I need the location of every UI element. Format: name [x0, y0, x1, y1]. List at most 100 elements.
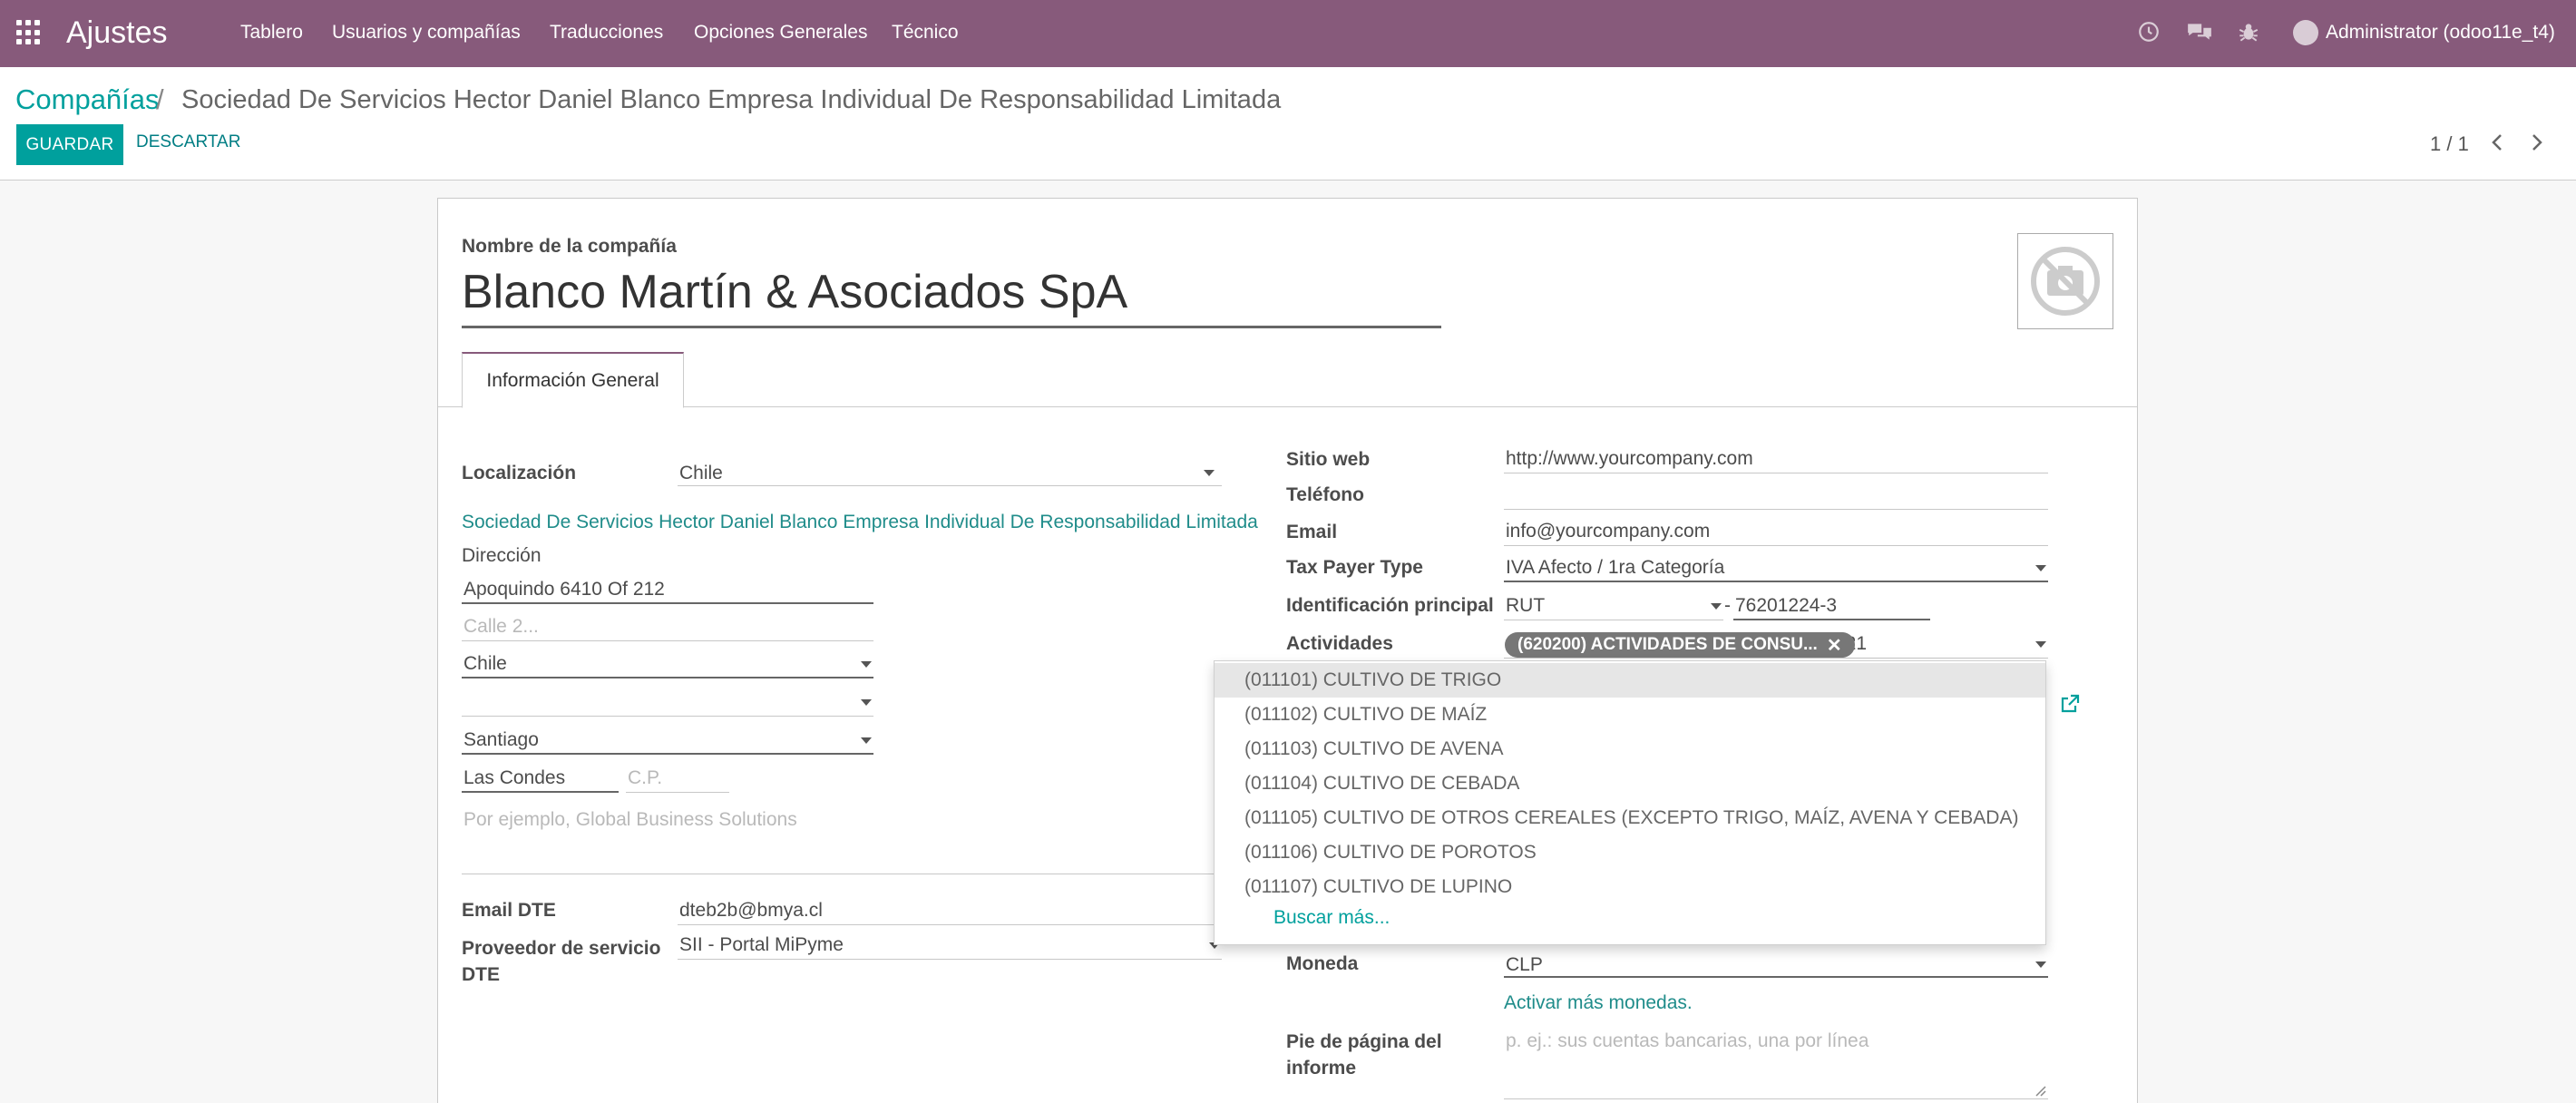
report-footer-label-line1: Pie de página del [1286, 1031, 1442, 1052]
company-name-input[interactable]: Blanco Martín & Asociados SpA [462, 265, 1441, 328]
breadcrumb-separator: / [156, 83, 164, 115]
email-dte-input[interactable]: dteb2b@bmya.cl [678, 896, 1222, 925]
street2-input[interactable]: Calle 2... [462, 612, 873, 641]
dropdown-option[interactable]: (011103) CULTIVO DE AVENA [1215, 732, 2045, 766]
chevron-down-icon [861, 661, 872, 668]
bug-icon[interactable] [2237, 20, 2260, 44]
report-footer-textarea[interactable]: p. ej.: sus cuentas bancarias, una por l… [1504, 1023, 2048, 1099]
country-select[interactable]: Chile [462, 649, 873, 678]
chat-icon[interactable] [2186, 20, 2213, 44]
menu-tablero[interactable]: Tablero [240, 22, 303, 44]
chevron-down-icon [861, 737, 872, 744]
email-dte-value: dteb2b@bmya.cl [679, 900, 823, 921]
company-name-label: Nombre de la compañía [462, 236, 677, 257]
chevron-right-icon[interactable] [2523, 129, 2551, 156]
address-label: Dirección [462, 545, 542, 566]
email-label: Email [1286, 522, 1338, 542]
dropdown-option[interactable]: (011101) CULTIVO DE TRIGO [1215, 663, 2045, 698]
save-button[interactable]: GUARDAR [16, 124, 123, 165]
user-name: Administrator (odoo11e_t4) [2326, 22, 2555, 43]
menu-traducciones[interactable]: Traducciones [550, 22, 663, 44]
external-link-icon[interactable] [2059, 693, 2081, 715]
main-id-number-value: 76201224-3 [1735, 595, 1838, 616]
district-input[interactable]: Las Condes [462, 764, 619, 793]
email-input[interactable]: info@yourcompany.com [1504, 517, 2048, 546]
company-registry-input[interactable]: Por ejemplo, Global Business Solutions [462, 805, 1251, 874]
district-value: Las Condes [463, 767, 566, 788]
dte-provider-select[interactable]: SII - Portal MiPyme [678, 931, 1222, 960]
chevron-left-icon[interactable] [2483, 129, 2511, 156]
main-id-label: Identificación principal [1286, 595, 1494, 616]
taxpayer-value: IVA Afecto / 1ra Categoría [1506, 557, 1725, 578]
country-value: Chile [463, 653, 507, 674]
menu-tecnico[interactable]: Técnico [892, 22, 959, 44]
zip-input[interactable]: C.P. [626, 764, 729, 793]
website-value: http://www.yourcompany.com [1506, 448, 1753, 469]
report-footer-placeholder: p. ej.: sus cuentas bancarias, una por l… [1506, 1030, 1869, 1051]
activities-label: Actividades [1286, 633, 1393, 654]
email-value: info@yourcompany.com [1506, 521, 1711, 542]
email-dte-label: Email DTE [462, 900, 556, 921]
company-registry-placeholder: Por ejemplo, Global Business Solutions [463, 809, 797, 830]
activity-tag: (620200) ACTIVIDADES DE CONSU... ✕ [1505, 632, 1855, 658]
close-icon[interactable]: ✕ [1827, 634, 1842, 657]
chevron-down-icon [2035, 641, 2046, 648]
dropdown-option[interactable]: (011104) CULTIVO DE CEBADA [1215, 766, 2045, 801]
localization-value: Chile [679, 463, 723, 483]
tab-informacion-general[interactable]: Información General [462, 352, 684, 408]
activity-tag-label: (620200) ACTIVIDADES DE CONSU... [1517, 635, 1818, 654]
currency-select[interactable]: CLP [1504, 951, 2048, 978]
more-currencies-link[interactable]: Activar más monedas. [1504, 992, 1693, 1014]
taxpayer-select[interactable]: IVA Afecto / 1ra Categoría [1504, 553, 2048, 582]
dte-provider-label: Proveedor de servicio DTE [462, 935, 660, 988]
city-select[interactable]: Santiago [462, 726, 873, 755]
dte-provider-value: SII - Portal MiPyme [679, 934, 844, 955]
report-footer-label-line2: informe [1286, 1058, 1357, 1079]
dropdown-option[interactable]: (011107) CULTIVO DE LUPINO [1215, 870, 2045, 904]
top-navbar: Ajustes Tablero Usuarios y compañías Tra… [0, 0, 2576, 67]
taxpayer-label: Tax Payer Type [1286, 557, 1423, 578]
chevron-down-icon [861, 699, 872, 706]
street-input[interactable]: Apoquindo 6410 Of 212 [462, 575, 873, 604]
dropdown-option[interactable]: (011102) CULTIVO DE MAÍZ [1215, 698, 2045, 732]
menu-usuarios-companias[interactable]: Usuarios y compañías [332, 22, 521, 44]
chevron-down-icon [1204, 470, 1215, 476]
phone-input[interactable] [1504, 481, 2048, 510]
zip-placeholder: C.P. [628, 767, 663, 788]
pager-value[interactable]: 1 / 1 [2430, 132, 2469, 156]
report-footer-label: Pie de página del informe [1286, 1029, 1442, 1081]
apps-grid-icon[interactable] [16, 20, 42, 45]
user-menu[interactable]: Administrator (odoo11e_t4) [2293, 20, 2555, 45]
street-value: Apoquindo 6410 Of 212 [463, 579, 665, 600]
dte-provider-label-line2: DTE [462, 964, 500, 985]
city-value: Santiago [463, 729, 539, 750]
currency-value: CLP [1506, 954, 1543, 975]
chevron-down-icon [2035, 565, 2046, 571]
legal-name-link[interactable]: Sociedad De Servicios Hector Daniel Blan… [462, 512, 1258, 533]
currency-label: Moneda [1286, 953, 1359, 974]
chevron-down-icon [1711, 603, 1722, 610]
resize-handle-icon[interactable] [2034, 1084, 2046, 1097]
main-id-type-select[interactable]: RUT [1504, 591, 1723, 620]
state-select[interactable] [462, 688, 873, 717]
breadcrumb-current: Sociedad De Servicios Hector Daniel Blan… [181, 85, 1282, 114]
menu-opciones-generales[interactable]: Opciones Generales [694, 22, 867, 44]
search-more-link[interactable]: Buscar más... [1273, 907, 1390, 929]
no-image-camera-icon [2031, 247, 2100, 316]
dte-provider-label-line1: Proveedor de servicio [462, 938, 661, 959]
dropdown-option[interactable]: (011106) CULTIVO DE POROTOS [1215, 835, 2045, 870]
localization-select[interactable]: Chile [678, 457, 1222, 486]
localization-label: Localización [462, 463, 577, 483]
activities-autocomplete-dropdown: (011101) CULTIVO DE TRIGO (011102) CULTI… [1214, 660, 2046, 945]
discard-button[interactable]: DESCARTAR [136, 132, 240, 152]
company-logo[interactable] [2017, 233, 2113, 329]
phone-label: Teléfono [1286, 484, 1364, 505]
clock-icon[interactable] [2137, 20, 2161, 44]
chevron-down-icon [2035, 961, 2046, 968]
app-title: Ajustes [66, 15, 168, 50]
dropdown-option[interactable]: (011105) CULTIVO DE OTROS CEREALES (EXCE… [1215, 801, 2045, 835]
main-id-separator: - [1724, 595, 1731, 616]
breadcrumb-companias[interactable]: Compañías [15, 83, 160, 116]
website-input[interactable]: http://www.yourcompany.com [1504, 444, 2048, 473]
main-id-number-input[interactable]: 76201224-3 [1733, 591, 1930, 620]
